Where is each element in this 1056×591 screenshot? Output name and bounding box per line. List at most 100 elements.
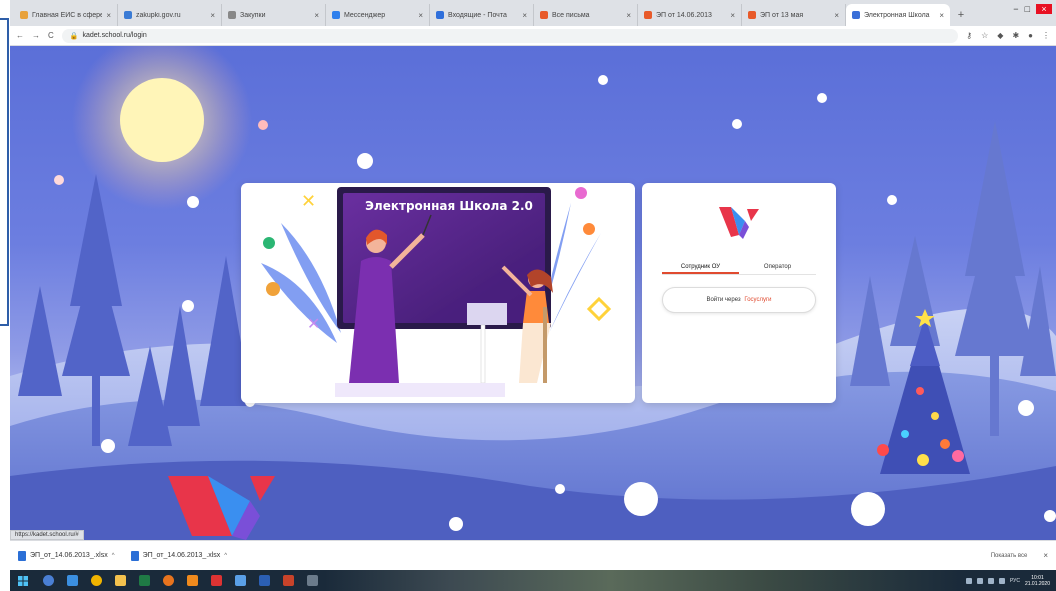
taskbar-app-chrome[interactable] — [84, 570, 108, 591]
screen: Главная ЕИС в сфере × zakupki.gov.ru × Зак… — [10, 0, 1056, 591]
taskbar-app-cortana[interactable] — [36, 570, 60, 591]
windows-taskbar: РУС 10:01 21.01.2020 — [10, 570, 1056, 591]
taskbar-app-firefox[interactable] — [156, 570, 180, 591]
tab-operator[interactable]: Оператор — [739, 261, 816, 274]
word-icon — [258, 575, 270, 586]
chevron-up-icon[interactable]: ^ — [112, 553, 115, 559]
chrome-icon — [90, 575, 102, 586]
maximize-button[interactable]: □ — [1025, 4, 1030, 14]
mail-icon — [234, 575, 246, 586]
tab-label: Мессенджер — [344, 11, 386, 19]
browser-tab[interactable]: Входящие - Почта × — [430, 4, 534, 26]
odnoklassniki-icon — [186, 575, 198, 586]
network-icon[interactable] — [965, 577, 972, 584]
new-tab-button[interactable]: + — [950, 4, 972, 26]
profile-icon[interactable]: ● — [1028, 31, 1033, 40]
close-tab-icon[interactable]: × — [106, 11, 111, 20]
clock-date: 21.01.2020 — [1024, 580, 1050, 587]
board-title: Электронная Школа 2.0 — [365, 199, 533, 213]
powerpoint-icon — [282, 575, 294, 586]
browser-tab[interactable]: Мессенджер × — [326, 4, 430, 26]
favicon-icon — [436, 11, 444, 19]
tab-label: Электронная Школа — [864, 11, 930, 19]
firefox-icon — [162, 575, 174, 586]
taskbar-clock[interactable]: 10:01 21.01.2020 — [1025, 575, 1050, 587]
browser-tab[interactable]: ЭП от 13 мая × — [742, 4, 846, 26]
yandex-icon — [210, 575, 222, 586]
window-controls: − □ × — [1013, 4, 1052, 14]
status-url-tooltip: https://kadet.school.ru/# — [10, 530, 84, 540]
file-icon — [18, 550, 26, 561]
taskbar-app-odnoklassniki[interactable] — [180, 570, 204, 591]
tab-employee[interactable]: Сотрудник ОУ — [662, 261, 739, 274]
taskbar-app-word[interactable] — [252, 570, 276, 591]
gosuslugi-login-button[interactable]: Войти через Госуслуги — [662, 287, 816, 313]
browser-tab-strip: Главная ЕИС в сфере × zakupki.gov.ru × Зак… — [10, 0, 1056, 26]
browser-tab[interactable]: zakupki.gov.ru × — [118, 4, 222, 26]
favicon-icon — [228, 11, 236, 19]
school-logo-icon — [719, 207, 759, 239]
battery-icon[interactable] — [987, 577, 994, 584]
close-tab-icon[interactable]: × — [834, 11, 839, 20]
sun — [72, 46, 252, 210]
toolbar-icons: ⚷ ☆ ◆ ✱ ● ⋮ — [966, 31, 1050, 40]
taskbar-app-yandex[interactable] — [204, 570, 228, 591]
close-tab-icon[interactable]: × — [522, 11, 527, 20]
bookmark-star-icon[interactable]: ☆ — [981, 31, 988, 40]
svg-text:✕: ✕ — [307, 314, 320, 333]
forward-button[interactable]: → — [32, 31, 40, 40]
volume-icon[interactable] — [976, 577, 983, 584]
tab-label: ЭП от 13 мая — [760, 11, 804, 19]
puzzle-icon[interactable]: ✱ — [1012, 31, 1019, 40]
browser-tab[interactable]: Главная ЕИС в сфере × — [14, 4, 118, 26]
login-button-prefix: Войти через — [706, 297, 741, 303]
download-filename: ЭП_от_14.06.2013_.xlsx — [30, 552, 108, 559]
reload-button[interactable]: C — [48, 31, 54, 40]
tab-label: zakupki.gov.ru — [136, 11, 181, 19]
favicon-icon — [852, 11, 860, 19]
tab-label: Все письма — [552, 11, 590, 19]
close-tab-icon[interactable]: × — [418, 11, 423, 20]
taskbar-app-powerpoint[interactable] — [276, 570, 300, 591]
address-text: kadet.school.ru/login — [82, 32, 147, 39]
close-downloads-button[interactable]: × — [1043, 551, 1048, 560]
browser-tab[interactable]: ЭП от 14.06.2013 × — [638, 4, 742, 26]
menu-icon[interactable]: ⋮ — [1042, 31, 1050, 40]
extension-icon[interactable]: ◆ — [997, 31, 1003, 40]
start-button[interactable] — [10, 570, 36, 591]
close-tab-icon[interactable]: × — [939, 11, 944, 20]
browser-tab[interactable]: Все письма × — [534, 4, 638, 26]
file-icon — [130, 550, 139, 561]
taskbar-app-ie[interactable] — [60, 570, 84, 591]
notification-icon[interactable] — [998, 577, 1005, 584]
favicon-icon — [540, 11, 548, 19]
minimize-button[interactable]: − — [1013, 4, 1018, 14]
illustration-card: ✕ ✕ Электронная Школа 2.0 — [241, 183, 635, 403]
chevron-up-icon[interactable]: ^ — [224, 553, 227, 559]
tab-label: Главная ЕИС в сфере — [32, 11, 103, 19]
cortana-icon — [42, 575, 54, 586]
browser-tab-active[interactable]: Электронная Школа × — [846, 4, 950, 26]
taskbar-app-excel[interactable] — [132, 570, 156, 591]
language-indicator[interactable]: РУС — [1010, 578, 1020, 584]
browser-toolbar: ← → C 🔒 kadet.school.ru/login ⚷ ☆ ◆ ✱ ● … — [10, 26, 1056, 46]
taskbar-app-mail[interactable] — [228, 570, 252, 591]
download-item[interactable]: ЭП_от_14.06.2013_.xlsx ^ — [18, 550, 115, 561]
svg-text:✕: ✕ — [301, 191, 316, 212]
login-button-service: Госуслуги — [744, 297, 772, 303]
close-tab-icon[interactable]: × — [626, 11, 631, 20]
taskbar-app-settings[interactable] — [300, 570, 324, 591]
browser-tab[interactable]: Закупки × — [222, 4, 326, 26]
close-tab-icon[interactable]: × — [314, 11, 319, 20]
favicon-icon — [20, 11, 28, 19]
taskbar-app-explorer[interactable] — [108, 570, 132, 591]
download-item[interactable]: ЭП_от_14.06.2013_.xlsx ^ — [130, 550, 227, 561]
address-bar[interactable]: 🔒 kadet.school.ru/login — [61, 28, 959, 43]
back-button[interactable]: ← — [16, 31, 24, 40]
key-icon[interactable]: ⚷ — [966, 31, 972, 40]
close-tab-icon[interactable]: × — [210, 11, 215, 20]
close-tab-icon[interactable]: × — [730, 11, 735, 20]
close-window-button[interactable]: × — [1036, 4, 1052, 14]
show-all-downloads-button[interactable]: Показать все — [991, 553, 1028, 559]
login-card: Сотрудник ОУ Оператор Войти через Госусл… — [642, 183, 836, 403]
